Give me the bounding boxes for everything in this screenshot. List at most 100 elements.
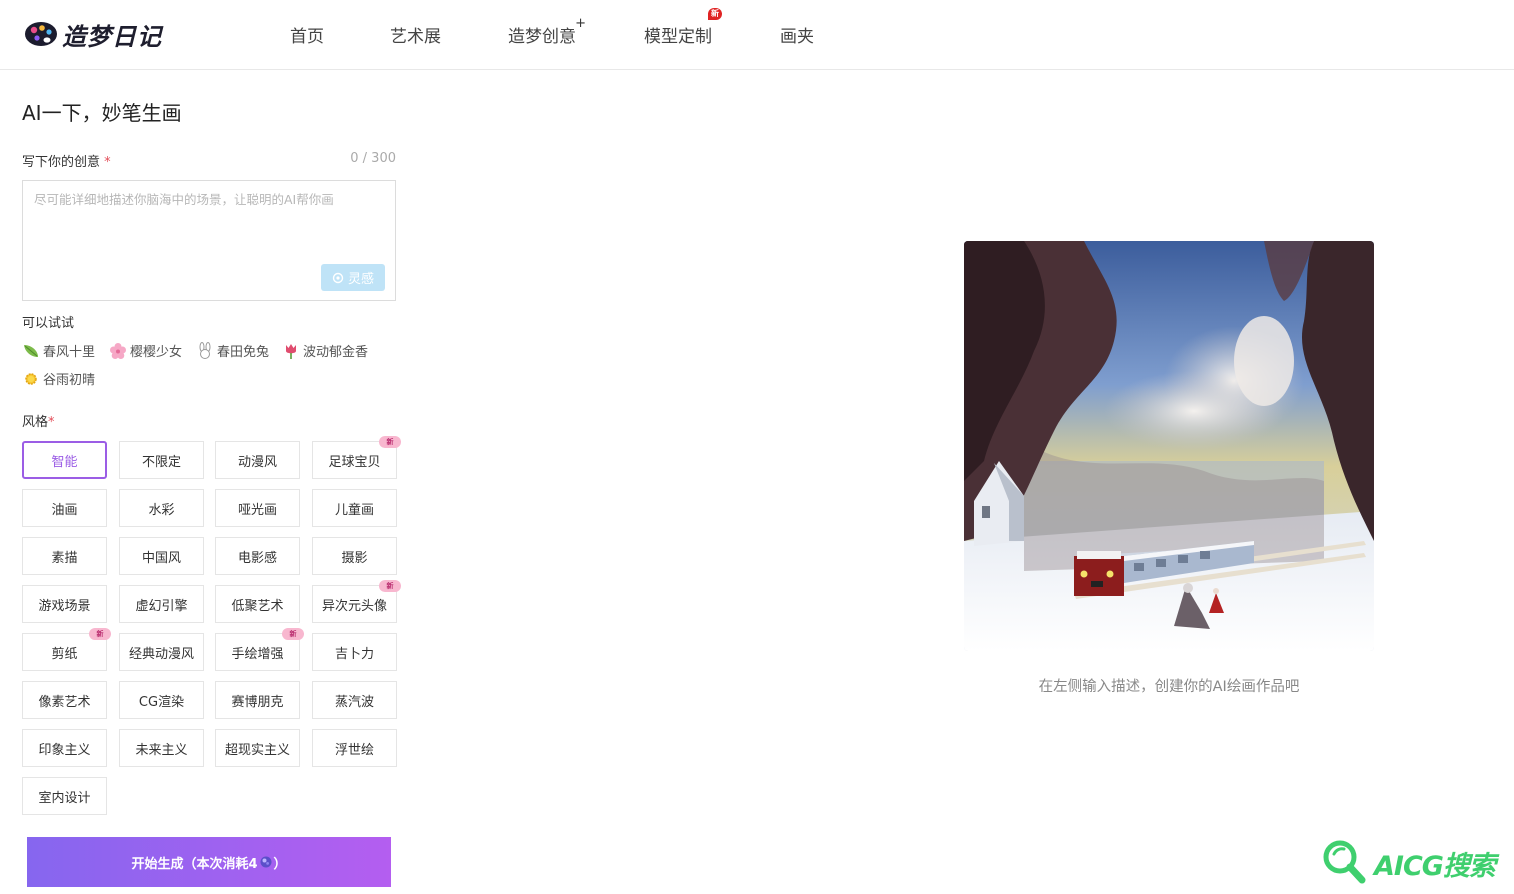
new-badge: 新 <box>379 436 401 448</box>
style-option[interactable]: 素描 <box>22 537 107 575</box>
watermark-text: AICG搜索 <box>1374 850 1496 882</box>
style-option-label: 电影感 <box>237 550 277 566</box>
style-option-label: 像素艺术 <box>38 694 91 710</box>
style-option-label: 浮世绘 <box>334 742 374 758</box>
rabbit-icon <box>199 341 211 359</box>
page-title: AI一下，妙笔生画 <box>22 101 182 125</box>
style-option[interactable]: 室内设计 <box>22 777 107 815</box>
style-option[interactable]: 蒸汽波 <box>312 681 397 719</box>
style-option[interactable]: 赛博朋克 <box>215 681 300 719</box>
style-option-label: 低聚艺术 <box>231 598 284 614</box>
preview-caption: 在左侧输入描述，创建你的AI绘画作品吧 <box>1038 679 1300 695</box>
style-option[interactable]: 印象主义 <box>22 729 107 767</box>
watermark: AICG搜索 <box>1320 838 1510 888</box>
style-option-label: 素描 <box>51 550 78 566</box>
style-option[interactable]: 像素艺术 <box>22 681 107 719</box>
sun-icon <box>25 372 37 385</box>
style-option-label: 蒸汽波 <box>334 694 374 710</box>
style-option[interactable]: CG渲染 <box>119 681 204 719</box>
style-option[interactable]: 油画 <box>22 489 107 527</box>
style-option-label: 哑光画 <box>237 502 277 518</box>
style-option-label: 中国风 <box>141 550 181 566</box>
style-option[interactable]: 未来主义 <box>119 729 204 767</box>
suggestion-label: 波动郁金香 <box>303 345 369 360</box>
top-header: 造梦日记 首页 艺术展 造梦创意 + 模型定制 新 画夹 <box>0 0 1514 70</box>
nav-exhibition[interactable]: 艺术展 <box>390 22 441 47</box>
required-mark: * <box>48 415 55 430</box>
inspire-button[interactable]: 灵感 <box>321 264 385 291</box>
style-option-label: 水彩 <box>148 502 175 518</box>
sakura-icon <box>110 342 126 359</box>
style-option-label: 印象主义 <box>38 742 91 758</box>
style-option-label: 剪纸 <box>51 646 78 662</box>
style-option-label: 摄影 <box>341 550 368 566</box>
style-option[interactable]: 动漫风 <box>215 441 300 479</box>
style-option[interactable]: 吉卜力 <box>312 633 397 671</box>
style-option-label: 不限定 <box>141 454 181 470</box>
suggestion-label: 樱樱少女 <box>130 345 183 360</box>
nav-home-label: 首页 <box>290 27 324 47</box>
style-option-label: 虚幻引擎 <box>135 598 188 614</box>
logo[interactable]: 造梦日记 <box>24 18 162 51</box>
sparkle-icon <box>332 272 344 283</box>
style-option-label: CG渲染 <box>138 694 185 710</box>
nav-model-custom[interactable]: 模型定制 新 <box>644 8 722 47</box>
style-option-label: 未来主义 <box>135 742 188 758</box>
inspire-label: 灵感 <box>347 272 374 287</box>
gem-icon <box>260 856 272 868</box>
style-option-label: 足球宝贝 <box>328 454 381 470</box>
style-option[interactable]: 电影感 <box>215 537 300 575</box>
prompt-label: 写下你的创意 * <box>22 151 111 170</box>
style-option-label: 异次元头像 <box>321 598 387 614</box>
nav-home[interactable]: 首页 <box>290 22 324 47</box>
nav-model-custom-label: 模型定制 <box>644 27 712 47</box>
style-option-label: 游戏场景 <box>38 598 91 614</box>
nav-exhibition-label: 艺术展 <box>390 27 441 47</box>
new-badge: 新 <box>282 628 304 640</box>
style-option[interactable]: 智能 <box>22 441 107 479</box>
style-option[interactable]: 超现实主义 <box>215 729 300 767</box>
winter-train-painting <box>964 241 1374 651</box>
style-option[interactable]: 摄影 <box>312 537 397 575</box>
style-option[interactable]: 儿童画 <box>312 489 397 527</box>
suggestion-label: 谷雨初晴 <box>43 373 96 388</box>
style-option[interactable]: 经典动漫风 <box>119 633 204 671</box>
try-label: 可以试试 <box>22 316 75 331</box>
style-option-label: 超现实主义 <box>224 742 290 758</box>
style-option-label: 手绘增强 <box>231 646 284 662</box>
leaf-icon <box>24 344 38 357</box>
new-badge: 新 <box>708 8 722 20</box>
style-option-label: 动漫风 <box>237 454 277 470</box>
suggestion-label: 春田免兔 <box>217 345 270 360</box>
style-option-label: 智能 <box>51 454 78 470</box>
style-option[interactable]: 不限定 <box>119 441 204 479</box>
logo-text: 造梦日记 <box>62 22 162 51</box>
required-mark: * <box>104 155 111 170</box>
suggestion-chip[interactable]: 樱樱少女 <box>109 341 182 360</box>
generate-suffix: ） <box>273 856 287 872</box>
nav-creative-label: 造梦创意 <box>508 27 576 47</box>
prompt-label-text: 写下你的创意 <box>22 155 101 170</box>
suggestion-chip[interactable]: 春田免兔 <box>196 341 269 360</box>
style-option[interactable]: 中国风 <box>119 537 204 575</box>
style-option[interactable]: 水彩 <box>119 489 204 527</box>
style-option[interactable]: 哑光画 <box>215 489 300 527</box>
style-option-label: 经典动漫风 <box>128 646 194 662</box>
char-counter: 0 / 300 <box>350 151 396 166</box>
suggestion-chip[interactable]: 春风十里 <box>22 341 95 360</box>
new-badge: 新 <box>379 580 401 592</box>
style-option[interactable]: 游戏场景 <box>22 585 107 623</box>
nav-folder[interactable]: 画夹 <box>780 22 814 47</box>
style-option-label: 室内设计 <box>38 790 91 806</box>
style-option-label: 吉卜力 <box>334 646 374 662</box>
suggestion-chip[interactable]: 谷雨初晴 <box>22 369 95 388</box>
nav-creative[interactable]: 造梦创意 + <box>508 16 586 47</box>
style-option[interactable]: 浮世绘 <box>312 729 397 767</box>
suggestion-chip[interactable]: 波动郁金香 <box>282 341 368 360</box>
style-label-text: 风格 <box>22 415 49 430</box>
plus-marker: + <box>575 16 586 31</box>
generate-button[interactable]: 开始生成（本次消耗4 ） <box>27 837 391 887</box>
style-label: 风格* <box>22 411 55 430</box>
style-option[interactable]: 虚幻引擎 <box>119 585 204 623</box>
style-option[interactable]: 低聚艺术 <box>215 585 300 623</box>
